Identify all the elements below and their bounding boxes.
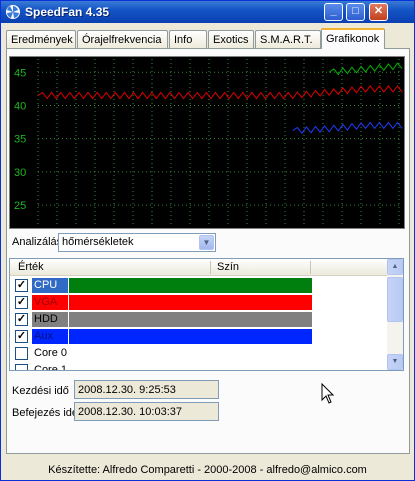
tab-info[interactable]: Info — [169, 30, 207, 49]
row-label: Aux — [32, 329, 68, 344]
y-tick-label: 45 — [14, 67, 26, 79]
column-divider[interactable] — [310, 261, 311, 274]
window-title: SpeedFan 4.35 — [25, 5, 110, 19]
tab-grafikonok[interactable]: Grafikonok — [321, 28, 385, 49]
series-line-vga — [37, 85, 403, 100]
minimize-button[interactable]: _ — [324, 3, 343, 21]
list-item[interactable]: ✓ VGA — [10, 294, 388, 311]
graph-canvas: 25 30 35 40 45 — [14, 59, 403, 225]
checkbox-unchecked[interactable] — [15, 364, 28, 370]
y-tick-label: 25 — [14, 200, 26, 212]
y-tick-label: 40 — [14, 100, 26, 112]
temperature-graph: 25 30 35 40 45 — [9, 56, 405, 229]
analyze-value: hőmérsékletek — [62, 236, 134, 248]
row-label: Core 1 — [34, 364, 68, 371]
title-bar[interactable]: SpeedFan 4.35 _ □ ✕ — [1, 1, 414, 23]
row-label: CPU — [32, 278, 68, 293]
header-color[interactable]: Szín — [217, 261, 239, 273]
color-swatch[interactable] — [69, 329, 312, 344]
list-header: Érték Szín — [10, 259, 388, 276]
analyze-label: Analizálás — [12, 236, 63, 248]
scroll-down-icon[interactable]: ▼ — [387, 354, 403, 370]
vertical-scrollbar[interactable]: ▲ ▼ — [387, 259, 403, 370]
tab-exotics[interactable]: Exotics — [208, 30, 254, 49]
end-time-field: 2008.12.30. 10:03:37 — [74, 402, 219, 421]
list-item[interactable]: ✓ HDD — [10, 311, 388, 328]
close-button[interactable]: ✕ — [369, 3, 388, 21]
fan-icon — [6, 5, 20, 19]
maximize-button[interactable]: □ — [346, 3, 365, 21]
checkbox-checked[interactable]: ✓ — [15, 279, 28, 292]
speedfan-window: SpeedFan 4.35 _ □ ✕ Eredmények Órajelfre… — [0, 0, 415, 481]
color-swatch[interactable] — [69, 278, 312, 293]
chevron-down-icon[interactable]: ▼ — [199, 235, 214, 250]
tab-eredmenyek[interactable]: Eredmények — [6, 30, 76, 49]
header-value[interactable]: Érték — [18, 261, 44, 273]
row-label: Core 0 — [34, 347, 68, 359]
scroll-up-icon[interactable]: ▲ — [387, 259, 403, 275]
list-item[interactable]: ✓ CPU — [10, 277, 388, 294]
footer-credits: Készítette: Alfredo Comparetti - 2000-20… — [48, 464, 367, 476]
series-line-cpu — [328, 62, 403, 76]
tab-orajelfrekvencia[interactable]: Órajelfrekvencia — [77, 30, 168, 49]
list-item[interactable]: Core 1 — [10, 362, 388, 371]
color-swatch[interactable] — [69, 312, 312, 327]
column-divider[interactable] — [210, 261, 211, 274]
y-tick-label: 30 — [14, 167, 26, 179]
mouse-pointer-icon — [321, 383, 335, 404]
row-label: HDD — [32, 312, 68, 327]
scroll-thumb[interactable] — [387, 277, 403, 322]
row-label: VGA — [32, 295, 68, 310]
analyze-dropdown[interactable]: hőmérsékletek ▼ — [58, 233, 216, 252]
series-line-aux — [292, 121, 403, 135]
y-tick-label: 35 — [14, 134, 26, 146]
start-time-label: Kezdési idő — [12, 385, 69, 397]
sensor-list: Érték Szín ✓ CPU ✓ VGA ✓ HDD ✓ Aux Core — [9, 258, 404, 371]
color-swatch[interactable] — [69, 295, 312, 310]
list-item[interactable]: ✓ Aux — [10, 328, 388, 345]
tab-strip: Eredmények Órajelfrekvencia Info Exotics… — [6, 28, 410, 49]
checkbox-unchecked[interactable] — [15, 347, 28, 360]
list-item[interactable]: Core 0 — [10, 345, 388, 362]
checkbox-checked[interactable]: ✓ — [15, 313, 28, 326]
tab-smart[interactable]: S.M.A.R.T. — [255, 30, 321, 49]
checkbox-checked[interactable]: ✓ — [15, 330, 28, 343]
start-time-field: 2008.12.30. 9:25:53 — [74, 380, 219, 399]
checkbox-checked[interactable]: ✓ — [15, 296, 28, 309]
